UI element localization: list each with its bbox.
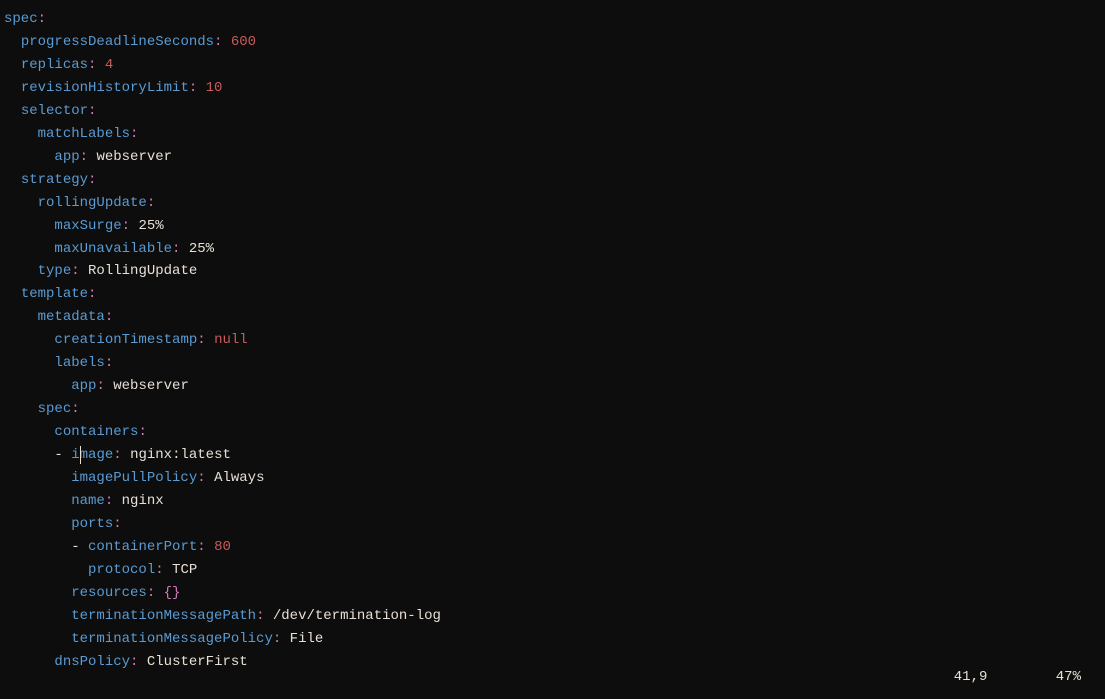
- code-line[interactable]: - image: nginx:latest: [4, 444, 1101, 467]
- code-line[interactable]: template:: [4, 283, 1101, 306]
- code-line[interactable]: spec:: [4, 8, 1101, 31]
- code-line[interactable]: protocol: TCP: [4, 559, 1101, 582]
- code-line[interactable]: labels:: [4, 352, 1101, 375]
- vim-status-bar: 41,9 47%: [954, 664, 1105, 699]
- code-line[interactable]: ports:: [4, 513, 1101, 536]
- code-line[interactable]: rollingUpdate:: [4, 192, 1101, 215]
- code-line[interactable]: replicas: 4: [4, 54, 1101, 77]
- code-line[interactable]: terminationMessagePath: /dev/termination…: [4, 605, 1101, 628]
- code-line[interactable]: metadata:: [4, 306, 1101, 329]
- cursor-position: 41,9: [954, 666, 988, 689]
- code-line[interactable]: selector:: [4, 100, 1101, 123]
- code-line[interactable]: maxUnavailable: 25%: [4, 238, 1101, 261]
- code-line[interactable]: - containerPort: 80: [4, 536, 1101, 559]
- scroll-percent: 47%: [1056, 666, 1081, 689]
- code-line[interactable]: imagePullPolicy: Always: [4, 467, 1101, 490]
- code-line[interactable]: revisionHistoryLimit: 10: [4, 77, 1101, 100]
- code-line[interactable]: maxSurge: 25%: [4, 215, 1101, 238]
- code-editor[interactable]: spec: progressDeadlineSeconds: 600 repli…: [0, 0, 1105, 674]
- code-line[interactable]: resources: {}: [4, 582, 1101, 605]
- code-line[interactable]: dnsPolicy: ClusterFirst: [4, 651, 1101, 674]
- code-line[interactable]: progressDeadlineSeconds: 600: [4, 31, 1101, 54]
- code-line[interactable]: matchLabels:: [4, 123, 1101, 146]
- code-line[interactable]: app: webserver: [4, 146, 1101, 169]
- code-line[interactable]: spec:: [4, 398, 1101, 421]
- code-line[interactable]: strategy:: [4, 169, 1101, 192]
- code-line[interactable]: app: webserver: [4, 375, 1101, 398]
- code-line[interactable]: creationTimestamp: null: [4, 329, 1101, 352]
- code-line[interactable]: terminationMessagePolicy: File: [4, 628, 1101, 651]
- code-line[interactable]: containers:: [4, 421, 1101, 444]
- code-line[interactable]: type: RollingUpdate: [4, 260, 1101, 283]
- code-line[interactable]: name: nginx: [4, 490, 1101, 513]
